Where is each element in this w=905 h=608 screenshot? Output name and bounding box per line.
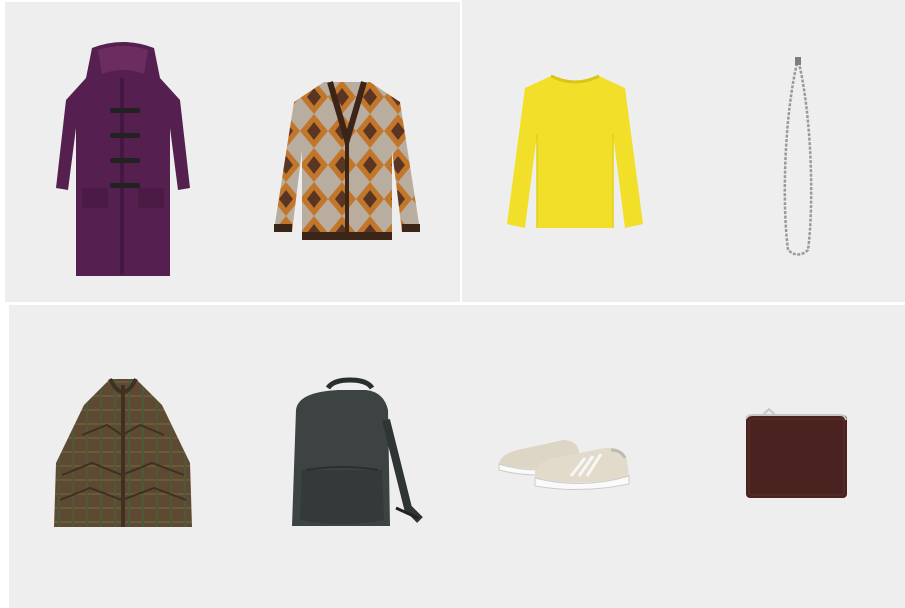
check-down-poncho-image[interactable] [52,375,194,530]
leather-wallet-image[interactable] [745,407,848,499]
suede-sneakers-image[interactable] [497,432,632,494]
crewneck-sweater-image[interactable] [505,74,645,230]
chain-necklace-image[interactable] [778,55,818,260]
argyle-cardigan-image[interactable] [272,80,422,242]
backpack-image[interactable] [278,377,423,532]
duffle-coat-image[interactable] [52,38,194,278]
